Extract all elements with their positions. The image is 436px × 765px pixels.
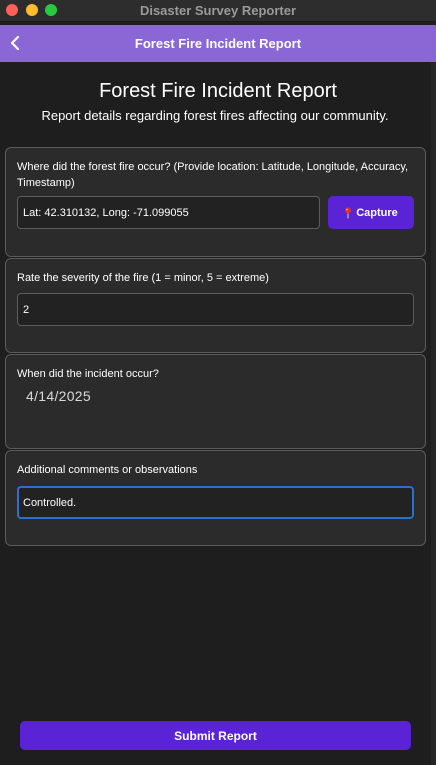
window-title: Disaster Survey Reporter [139,3,297,18]
location-input[interactable] [17,196,320,229]
incident-date-card: When did the incident occur? 4/14/2025 [5,354,426,449]
comments-label: Additional comments or observations [17,464,198,476]
incident-date-picker[interactable]: 4/14/2025 [26,388,91,404]
comments-card: Additional comments or observations [5,450,426,546]
location-label: Where did the forest fire occur? (Provid… [17,161,409,189]
page-title: Forest Fire Incident Report [99,80,337,102]
severity-input[interactable] [17,293,414,326]
severity-label: Rate the severity of the fire (1 = minor… [17,272,269,284]
scrollbar[interactable] [431,62,436,765]
capture-button-label: Capture [356,206,398,219]
comments-input[interactable] [17,486,414,519]
page-subtitle: Report details regarding forest fires af… [41,108,389,123]
title-bar: Disaster Survey Reporter [0,0,436,22]
app-window: Disaster Survey Reporter Forest Fire Inc… [0,0,436,765]
location-card: Where did the forest fire occur? (Provid… [5,147,426,257]
capture-location-button[interactable]: Capture [328,196,414,229]
submit-report-button[interactable]: Submit Report [20,721,411,750]
severity-card: Rate the severity of the fire (1 = minor… [5,258,426,353]
header-title: Forest Fire Incident Report [134,36,302,51]
app-header: Forest Fire Incident Report [0,25,436,62]
pin-icon [345,207,352,218]
incident-date-label: When did the incident occur? [17,368,159,380]
